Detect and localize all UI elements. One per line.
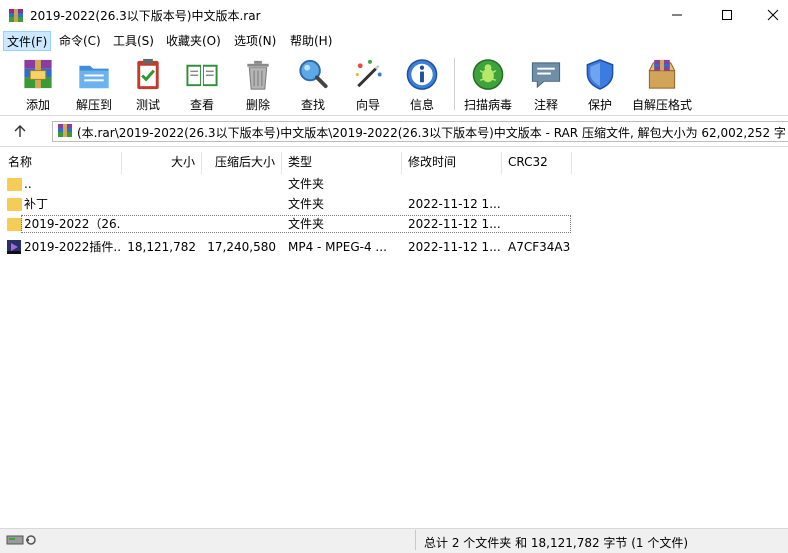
virus-scan-icon bbox=[472, 59, 504, 90]
protect-button[interactable]: 保护 bbox=[580, 55, 620, 113]
magic-wand-icon bbox=[355, 59, 382, 88]
close-icon bbox=[767, 9, 779, 21]
column-crc32[interactable]: CRC32 bbox=[502, 152, 572, 174]
table-row[interactable]: 2019-2022插件... 18,121,782 17,240,580 MP4… bbox=[0, 237, 788, 257]
extract-folder-icon bbox=[79, 65, 109, 89]
menu-command[interactable]: 命令(C) bbox=[56, 31, 104, 51]
file-modified: 2022-11-12 1... bbox=[408, 240, 500, 254]
scan-virus-button[interactable]: 扫描病毒 bbox=[460, 55, 516, 113]
view-button[interactable]: 查看 bbox=[180, 55, 224, 113]
address-path: (本.rar\2019-2022(26.3以下版本号)中文版本\2019-202… bbox=[77, 126, 785, 140]
menu-tools[interactable]: 工具(S) bbox=[110, 31, 157, 51]
trash-icon bbox=[247, 60, 269, 90]
info-label: 信息 bbox=[409, 98, 434, 112]
column-modified[interactable]: 修改时间 bbox=[402, 152, 502, 174]
menu-options[interactable]: 选项(N) bbox=[231, 31, 279, 51]
add-label: 添加 bbox=[25, 98, 50, 112]
table-row[interactable]: 补丁 文件夹 2022-11-12 1... bbox=[0, 194, 788, 214]
drive-key-icon[interactable] bbox=[6, 533, 40, 547]
menu-file[interactable]: 文件(F) bbox=[3, 31, 52, 51]
window-title: 2019-2022(26.3以下版本号)中文版本.rar bbox=[30, 9, 261, 23]
file-crc32: A7CF34A3 bbox=[508, 240, 571, 254]
column-type[interactable]: 类型 bbox=[282, 152, 402, 174]
rar-archive-icon bbox=[58, 124, 72, 137]
magnifier-icon bbox=[299, 59, 328, 89]
column-size[interactable]: 大小 bbox=[122, 152, 202, 174]
mp4-file-icon bbox=[7, 240, 21, 254]
minimize-button[interactable] bbox=[654, 0, 700, 30]
maximize-icon bbox=[722, 10, 732, 20]
wizard-button[interactable]: 向导 bbox=[348, 55, 388, 113]
folder-icon bbox=[7, 218, 22, 231]
column-packed-size[interactable]: 压缩后大小 bbox=[202, 152, 282, 174]
file-packed-size: 17,240,580 bbox=[207, 240, 276, 254]
test-clipboard-icon bbox=[137, 58, 159, 90]
delete-label: 删除 bbox=[245, 98, 270, 112]
file-modified: 2022-11-12 1... bbox=[408, 217, 500, 231]
extract-to-button[interactable]: 解压到 bbox=[72, 55, 116, 113]
wizard-label: 向导 bbox=[355, 98, 380, 112]
column-name[interactable]: 名称 bbox=[2, 152, 122, 174]
sfx-label: 自解压格式 bbox=[631, 98, 692, 112]
menu-help[interactable]: 帮助(H) bbox=[287, 31, 335, 51]
file-type: 文件夹 bbox=[288, 217, 325, 231]
test-button[interactable]: 测试 bbox=[128, 55, 168, 113]
view-book-icon bbox=[186, 64, 218, 87]
protect-label: 保护 bbox=[587, 98, 612, 112]
menu-favorites[interactable]: 收藏夹(O) bbox=[163, 31, 224, 51]
status-divider bbox=[415, 530, 416, 550]
file-type: MP4 - MPEG-4 ... bbox=[288, 240, 387, 254]
add-button[interactable]: 添加 bbox=[18, 55, 58, 113]
file-name: 2019-2022插件... bbox=[24, 240, 120, 254]
up-level-button[interactable] bbox=[10, 123, 30, 139]
file-modified: 2022-11-12 1... bbox=[408, 197, 500, 211]
maximize-button[interactable] bbox=[704, 0, 750, 30]
folder-icon bbox=[7, 178, 22, 191]
info-icon bbox=[406, 59, 438, 90]
comment-button[interactable]: 注释 bbox=[526, 55, 566, 113]
extract-to-label: 解压到 bbox=[75, 98, 112, 112]
folder-icon bbox=[7, 198, 22, 211]
file-type: 文件夹 bbox=[288, 177, 325, 191]
minimize-icon bbox=[672, 14, 682, 16]
find-label: 查找 bbox=[300, 98, 325, 112]
delete-button[interactable]: 删除 bbox=[238, 55, 278, 113]
winrar-app-icon[interactable] bbox=[8, 8, 24, 24]
find-button[interactable]: 查找 bbox=[293, 55, 333, 113]
status-text: 总计 2 个文件夹 和 18,121,782 字节 (1 个文件) bbox=[424, 536, 689, 550]
toolbar-separator bbox=[454, 58, 455, 110]
file-name: 2019-2022（26... bbox=[24, 217, 120, 231]
archive-add-icon bbox=[24, 59, 52, 89]
file-size: 18,121,782 bbox=[127, 240, 196, 254]
shield-icon bbox=[586, 59, 614, 90]
test-label: 测试 bbox=[135, 98, 160, 112]
sfx-box-icon bbox=[648, 59, 676, 89]
scan-virus-label: 扫描病毒 bbox=[463, 98, 512, 112]
table-row-selected[interactable]: 2019-2022（26... 文件夹 2022-11-12 1... bbox=[0, 214, 788, 234]
close-button[interactable] bbox=[750, 0, 788, 30]
file-name: 补丁 bbox=[24, 197, 49, 211]
file-name: .. bbox=[24, 177, 32, 191]
file-type: 文件夹 bbox=[288, 197, 325, 211]
comment-label: 注释 bbox=[533, 98, 558, 112]
sfx-button[interactable]: 自解压格式 bbox=[630, 55, 694, 113]
table-row[interactable]: .. 文件夹 bbox=[0, 174, 788, 194]
info-button[interactable]: 信息 bbox=[402, 55, 442, 113]
arrow-up-icon bbox=[14, 125, 26, 137]
comment-icon bbox=[531, 62, 561, 89]
view-label: 查看 bbox=[189, 98, 214, 112]
